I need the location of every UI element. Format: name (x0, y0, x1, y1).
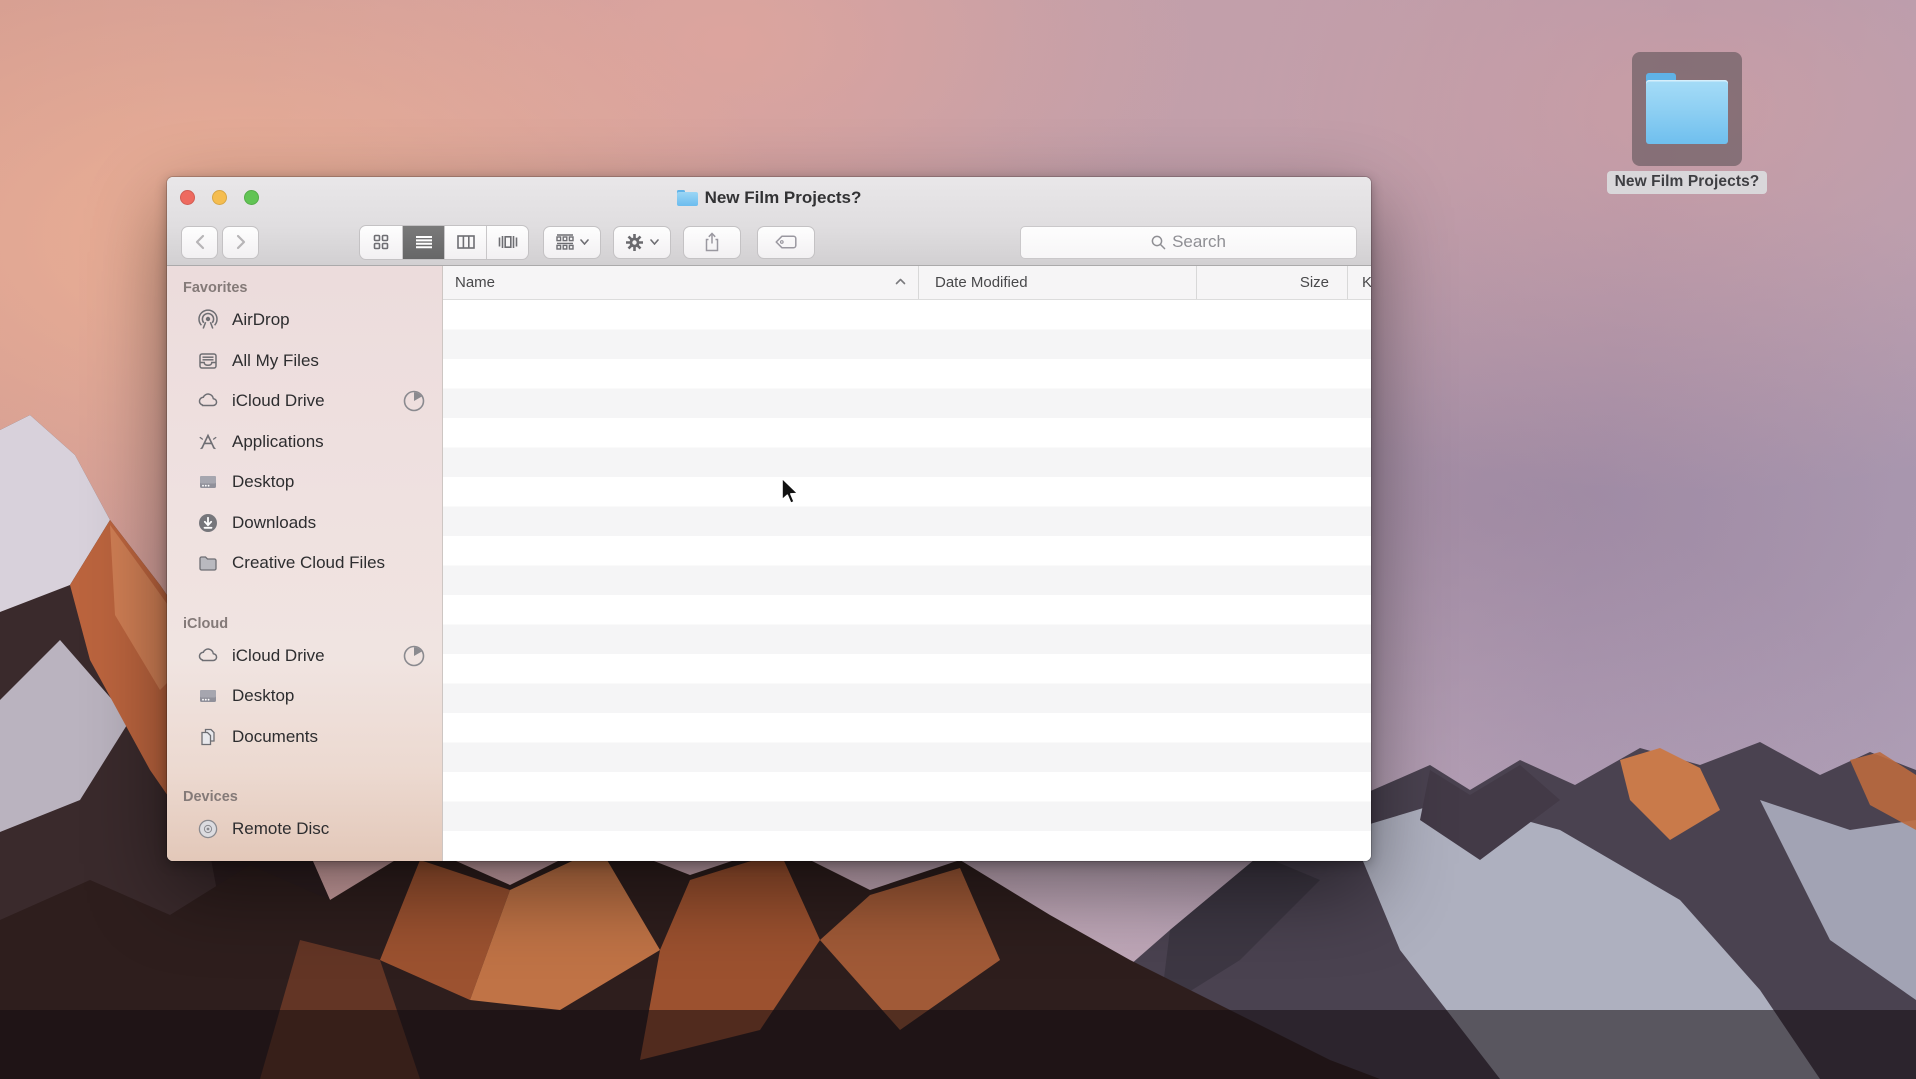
desktop-surface-icon (195, 471, 221, 493)
close-button[interactable] (180, 190, 195, 205)
window-chrome: New Film Projects? (167, 177, 1371, 266)
column-header-name[interactable]: Name (443, 266, 919, 299)
search-placeholder: Search (1172, 232, 1226, 252)
coverflow-view-button[interactable] (486, 226, 528, 259)
sidebar: Favorites AirDrop All My Files iCloud Dr… (167, 266, 443, 861)
sidebar-section-devices: Devices (167, 779, 442, 809)
documents-icon (195, 726, 221, 748)
sidebar-item-label: Desktop (232, 472, 294, 492)
column-headers: Name Date Modified Size Kind (443, 266, 1371, 300)
tag-button[interactable] (757, 226, 815, 259)
chevron-down-icon (580, 239, 589, 245)
cloud-icon (195, 390, 221, 412)
sidebar-item-remote-disc[interactable]: Remote Disc (167, 809, 442, 850)
column-header-kind[interactable]: Kind (1348, 266, 1371, 299)
sidebar-item-label: Applications (232, 432, 324, 452)
sidebar-item-label: AirDrop (232, 310, 290, 330)
forward-button[interactable] (222, 226, 259, 259)
sidebar-item-desktop-2[interactable]: Desktop (167, 676, 442, 717)
column-header-size[interactable]: Size (1197, 266, 1348, 299)
sidebar-item-all-my-files[interactable]: All My Files (167, 341, 442, 382)
window-title-group: New Film Projects? (677, 188, 862, 208)
desktop-icon-label: New Film Projects? (1607, 171, 1768, 194)
sidebar-item-label: Downloads (232, 513, 316, 533)
desktop: { "colors": { "traffic_close": "#ee6a5f"… (0, 0, 1916, 1079)
toolbar: Search (167, 218, 1371, 266)
sidebar-item-label: Creative Cloud Files (232, 553, 385, 573)
finder-window: New Film Projects? (167, 177, 1371, 861)
sidebar-item-downloads[interactable]: Downloads (167, 503, 442, 544)
traffic-lights (180, 177, 259, 218)
sidebar-item-label: iCloud Drive (232, 646, 325, 666)
icon-view-button[interactable] (360, 226, 402, 259)
applications-icon (195, 431, 221, 453)
view-mode-group (359, 225, 529, 260)
icon-selection-highlight (1632, 52, 1742, 166)
back-button[interactable] (181, 226, 218, 259)
share-button[interactable] (683, 226, 741, 259)
sync-progress-icon (402, 389, 426, 413)
sidebar-item-label: Desktop (232, 686, 294, 706)
file-list-empty-area[interactable] (443, 300, 1371, 861)
all-my-files-icon (195, 350, 221, 372)
desktop-icon-new-film-projects[interactable]: New Film Projects? (1594, 52, 1780, 194)
coverflow-view-icon (498, 235, 518, 249)
sort-ascending-icon (895, 278, 906, 285)
sidebar-item-applications[interactable]: Applications (167, 422, 442, 463)
sidebar-item-label: Documents (232, 727, 318, 747)
chevron-down-icon (650, 239, 659, 245)
cloud-icon (195, 645, 221, 667)
list-view-button[interactable] (402, 226, 444, 259)
sidebar-item-label: iCloud Drive (232, 391, 325, 411)
zoom-button[interactable] (244, 190, 259, 205)
share-icon (704, 232, 720, 252)
file-list-pane: Name Date Modified Size Kind (443, 266, 1371, 861)
tag-icon (775, 235, 797, 249)
sidebar-item-label: All My Files (232, 351, 319, 371)
search-input[interactable]: Search (1020, 226, 1357, 259)
folder-outline-icon (195, 552, 221, 574)
grid-view-icon (373, 234, 389, 250)
sidebar-item-desktop[interactable]: Desktop (167, 462, 442, 503)
sidebar-section-favorites: Favorites (167, 270, 442, 300)
column-header-date-modified[interactable]: Date Modified (919, 266, 1197, 299)
action-menu-button[interactable] (613, 226, 671, 259)
sidebar-item-icloud-drive-2[interactable]: iCloud Drive (167, 636, 442, 677)
arrange-icon (556, 234, 574, 250)
disc-icon (195, 818, 221, 840)
chevron-right-icon (236, 234, 246, 250)
minimize-button[interactable] (212, 190, 227, 205)
window-title: New Film Projects? (705, 188, 862, 208)
search-icon (1151, 235, 1166, 250)
chevron-left-icon (195, 234, 205, 250)
arrange-menu-button[interactable] (543, 226, 601, 259)
downloads-icon (195, 512, 221, 534)
titlebar[interactable]: New Film Projects? (167, 177, 1371, 218)
sidebar-item-documents[interactable]: Documents (167, 717, 442, 758)
sidebar-item-icloud-drive[interactable]: iCloud Drive (167, 381, 442, 422)
window-body: Favorites AirDrop All My Files iCloud Dr… (167, 266, 1371, 861)
sidebar-section-icloud: iCloud (167, 606, 442, 636)
folder-icon (1646, 73, 1728, 145)
column-view-button[interactable] (444, 226, 486, 259)
proxy-folder-icon[interactable] (677, 190, 698, 206)
gear-icon (625, 233, 644, 252)
mouse-cursor (779, 476, 805, 506)
airdrop-icon (195, 309, 221, 331)
sync-progress-icon (402, 644, 426, 668)
sidebar-item-airdrop[interactable]: AirDrop (167, 300, 442, 341)
sidebar-item-label: Remote Disc (232, 819, 329, 839)
desktop-surface-icon (195, 685, 221, 707)
sidebar-item-creative-cloud-files[interactable]: Creative Cloud Files (167, 543, 442, 584)
list-view-icon (415, 235, 433, 249)
column-view-icon (457, 235, 475, 249)
